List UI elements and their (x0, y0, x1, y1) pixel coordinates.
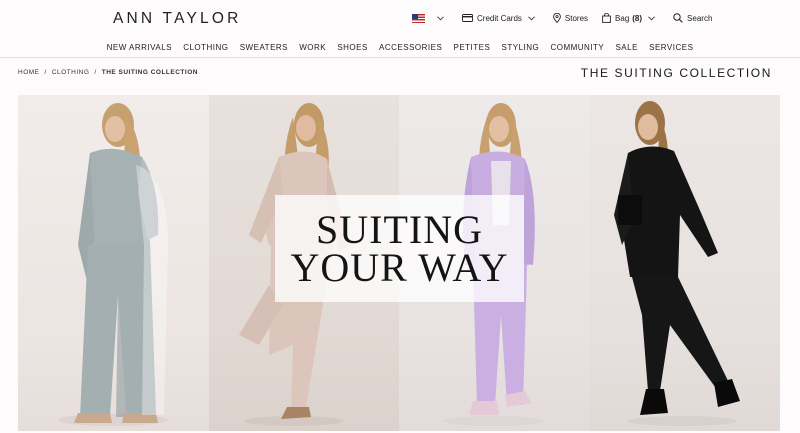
hero-headline-line1: SUITING (316, 206, 483, 252)
hero-banner[interactable]: SUITING YOUR WAY (18, 95, 780, 431)
search-button[interactable]: Search (673, 13, 712, 23)
nav-item-sweaters[interactable]: SWEATERS (240, 43, 288, 57)
search-icon (673, 13, 683, 23)
nav-item-new-arrivals[interactable]: NEW ARRIVALS (107, 43, 172, 57)
nav-item-styling[interactable]: STYLING (502, 43, 540, 57)
breadcrumb: HOME / CLOTHING / THE SUITING COLLECTION (18, 69, 198, 76)
bag-count-badge: (8) (632, 13, 643, 23)
chevron-down-icon (648, 15, 655, 20)
stores-link[interactable]: Stores (553, 13, 588, 23)
credit-cards-menu[interactable]: Credit Cards (462, 14, 539, 23)
utility-bar: Credit Cards Stores Bag (8) Search (412, 13, 726, 23)
chevron-down-icon (528, 15, 535, 20)
location-pin-icon (553, 13, 561, 23)
nav-item-clothing[interactable]: CLOTHING (183, 43, 228, 57)
breadcrumb-separator: / (44, 69, 47, 76)
us-flag-icon (412, 13, 425, 23)
nav-item-petites[interactable]: PETITES (453, 43, 490, 57)
shopping-bag-icon (602, 13, 611, 23)
hero-headline-box[interactable]: SUITING YOUR WAY (275, 195, 524, 302)
page-title: THE SUITING COLLECTION (580, 66, 772, 80)
nav-item-services[interactable]: SERVICES (649, 43, 693, 57)
nav-item-sale[interactable]: SALE (615, 43, 637, 57)
top-bar: ANN TAYLOR Credit Cards Stores Bag (8) S… (0, 0, 800, 40)
hero-panel-grey-suit[interactable] (18, 95, 209, 431)
credit-cards-label: Credit Cards (477, 13, 522, 23)
nav-item-community[interactable]: COMMUNITY (550, 43, 604, 57)
model-grey-suit-image (58, 103, 168, 426)
brand-logo[interactable]: ANN TAYLOR (113, 10, 241, 28)
stores-label: Stores (564, 13, 589, 23)
model-black-suit-image (614, 101, 740, 426)
hero-headline-line2: YOUR WAY (290, 244, 509, 290)
nav-divider (0, 57, 800, 58)
breadcrumb-clothing[interactable]: CLOTHING (52, 69, 90, 76)
breadcrumb-separator: / (94, 69, 97, 76)
nav-item-work[interactable]: WORK (299, 43, 326, 57)
breadcrumb-home[interactable]: HOME (18, 69, 40, 76)
breadcrumb-current: THE SUITING COLLECTION (101, 69, 198, 76)
bag-label: Bag (615, 13, 630, 23)
credit-card-icon (462, 14, 473, 22)
country-selector[interactable] (412, 13, 448, 23)
search-label: Search (687, 13, 713, 23)
hero-panel-black-suit[interactable] (590, 95, 780, 431)
main-navigation: NEW ARRIVALS CLOTHING SWEATERS WORK SHOE… (0, 43, 800, 57)
chevron-down-icon (437, 15, 444, 20)
nav-item-shoes[interactable]: SHOES (337, 43, 368, 57)
bag-link[interactable]: Bag (8) (602, 13, 659, 23)
nav-item-accessories[interactable]: ACCESSORIES (379, 43, 442, 57)
